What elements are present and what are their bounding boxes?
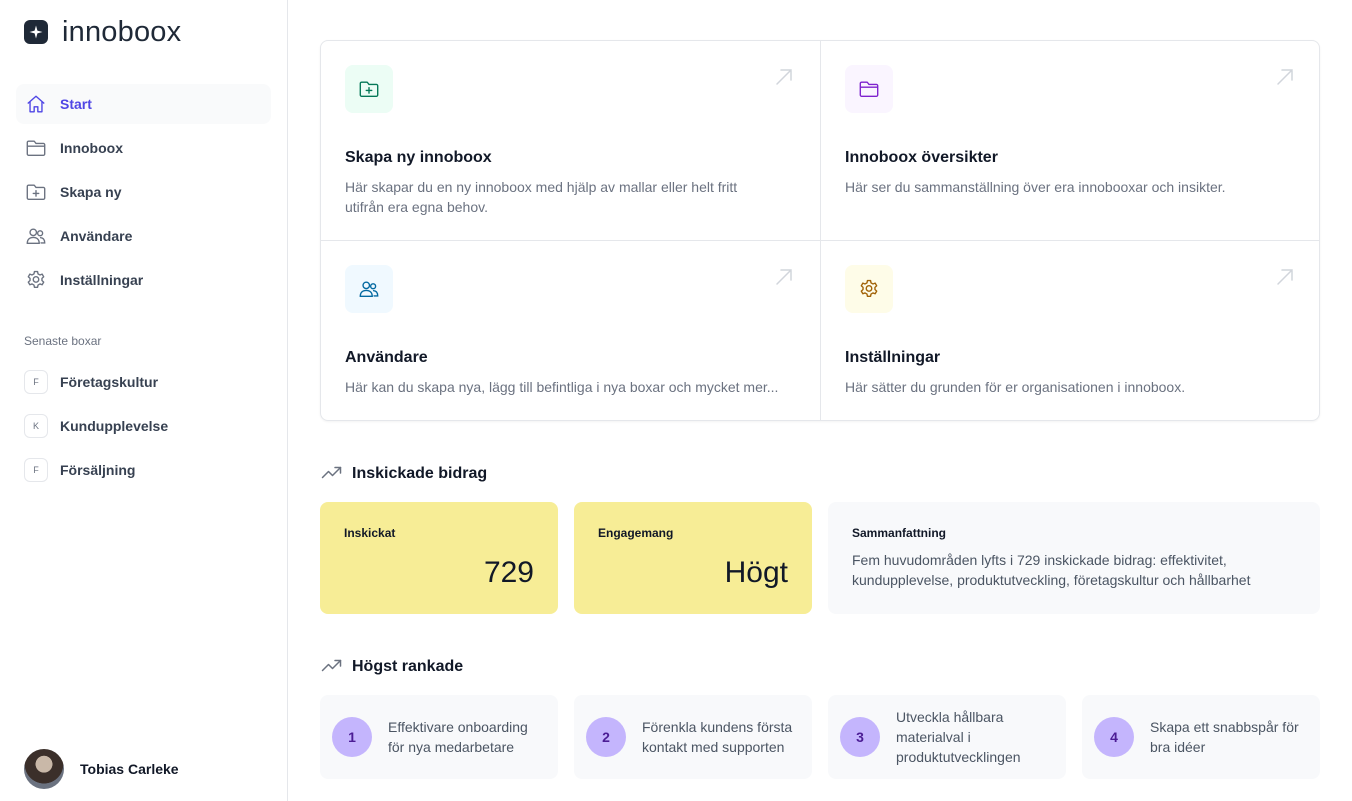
recent-label: Företagskultur [60,374,159,390]
card-innoboox-oversikter[interactable]: Innoboox översikter Här ser du sammanstä… [821,41,1319,241]
ranked-section-header: Högst rankade [320,655,1320,679]
trending-up-icon [320,460,344,489]
recent-label: Försäljning [60,462,136,478]
stat-value: 729 [483,556,534,589]
nav-label: Skapa ny [60,184,122,200]
recent-item-forsaljning[interactable]: F Försäljning [16,450,271,490]
ranked-item[interactable]: 4 Skapa ett snabbspår för bra idéer [1082,695,1320,779]
folder-icon [24,136,48,160]
card-title: Inställningar [845,349,941,366]
recent-boxes-title: Senaste boxar [24,334,102,348]
recent-boxes-list: F Företagskultur K Kundupplevelse F Förs… [16,362,271,490]
avatar [24,749,64,789]
nav-label: Start [60,96,92,112]
nav-item-installningar[interactable]: Inställningar [16,260,271,300]
stat-value: Högt [724,556,788,589]
nav-item-anvandare[interactable]: Användare [16,216,271,256]
initial-badge: F [24,370,48,394]
card-skapa-ny-innoboox[interactable]: Skapa ny innoboox Här skapar du en ny in… [321,41,821,241]
app: innoboox Start Innoboox Skapa ny Använda… [0,0,1352,801]
stat-card-engagemang: Engagemang Högt [574,502,812,614]
summary-card: Sammanfattning Fem huvudområden lyfts i … [828,502,1320,614]
nav-label: Inställningar [60,272,144,288]
submitted-stats: Inskickat 729 Engagemang Högt Sammanfatt… [320,502,1320,614]
recent-label: Kundupplevelse [60,418,169,434]
card-description: Här ser du sammanställning över era inno… [845,179,1226,195]
arrow-up-right-icon [774,67,794,92]
ranked-list: 1 Effektivare onboarding för nya medarbe… [320,695,1320,779]
submitted-title: Inskickade bidrag [352,465,488,482]
ranked-item[interactable]: 1 Effektivare onboarding för nya medarbe… [320,695,558,779]
card-installningar[interactable]: Inställningar Här sätter du grunden för … [821,241,1319,420]
folder-plus-icon [345,65,393,113]
initial-badge: K [24,414,48,438]
recent-item-foretagskultur[interactable]: F Företagskultur [16,362,271,402]
rank-number-badge: 2 [586,717,626,757]
initial-badge: F [24,458,48,482]
ranked-item[interactable]: 2 Förenkla kundens första kontakt med su… [574,695,812,779]
main-content: Skapa ny innoboox Här skapar du en ny in… [288,0,1352,801]
user-profile[interactable]: Tobias Carleke [24,749,179,789]
nav-item-start[interactable]: Start [16,84,271,124]
folder-icon [845,65,893,113]
arrow-up-right-icon [1275,67,1295,92]
card-description: Här skapar du en ny innoboox med hjälp a… [345,179,738,215]
stat-label: Engagemang [598,526,674,540]
card-description: Här sätter du grunden för er organisatio… [845,379,1186,395]
submitted-section-header: Inskickade bidrag [320,462,1320,486]
stat-card-inskickat: Inskickat 729 [320,502,558,614]
rank-number-badge: 1 [332,717,372,757]
summary-label: Sammanfattning [852,526,947,540]
stat-label: Inskickat [344,526,396,540]
card-title: Innoboox översikter [845,149,998,166]
users-icon [345,265,393,313]
gear-icon [24,268,48,292]
users-icon [24,224,48,248]
quick-links-grid: Skapa ny innoboox Här skapar du en ny in… [320,40,1320,421]
main-nav: Start Innoboox Skapa ny Användare Instäl… [16,84,271,300]
user-name: Tobias Carleke [80,761,179,777]
sidebar: innoboox Start Innoboox Skapa ny Använda… [0,0,288,801]
rank-text: Utveckla hållbara materialval i produktu… [896,709,1021,765]
rank-number-badge: 4 [1094,717,1134,757]
ranked-title: Högst rankade [352,658,464,675]
nav-item-skapa-ny[interactable]: Skapa ny [16,172,271,212]
nav-item-innoboox[interactable]: Innoboox [16,128,271,168]
gear-icon [845,265,893,313]
arrow-up-right-icon [774,267,794,292]
nav-label: Innoboox [60,140,123,156]
nav-label: Användare [60,228,133,244]
sparkle-icon [24,20,48,44]
rank-number-badge: 3 [840,717,880,757]
logo[interactable]: innoboox [16,0,271,64]
brand-name: innoboox [62,15,182,48]
rank-text: Skapa ett snabbspår för bra idéer [1150,719,1299,755]
ranked-item[interactable]: 3 Utveckla hållbara materialval i produk… [828,695,1066,779]
card-description: Här kan du skapa nya, lägg till befintli… [345,379,779,395]
card-title: Skapa ny innoboox [345,149,492,166]
arrow-up-right-icon [1275,267,1295,292]
rank-text: Effektivare onboarding för nya medarbeta… [388,719,528,755]
summary-text: Fem huvudområden lyfts i 729 inskickade … [852,552,1251,588]
rank-text: Förenkla kundens första kontakt med supp… [642,719,793,755]
card-anvandare[interactable]: Användare Här kan du skapa nya, lägg til… [321,241,821,420]
trending-up-icon [320,653,344,682]
card-title: Användare [345,349,428,366]
home-icon [24,92,48,116]
recent-item-kundupplevelse[interactable]: K Kundupplevelse [16,406,271,446]
folder-plus-icon [24,180,48,204]
